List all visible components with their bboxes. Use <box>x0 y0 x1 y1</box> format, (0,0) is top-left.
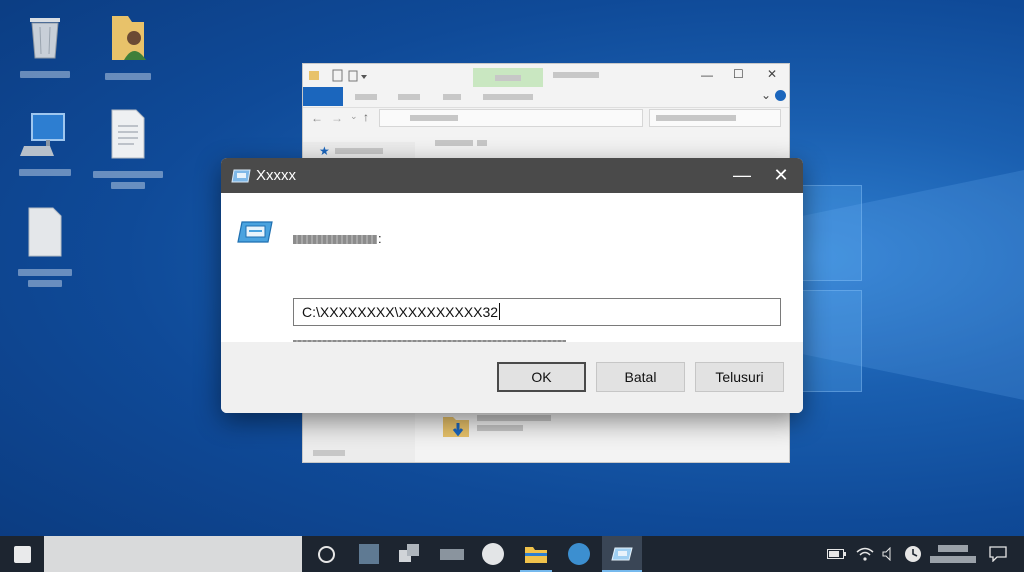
task-view-icon <box>399 544 419 562</box>
volume-icon <box>882 547 891 561</box>
explorer-tab-label <box>495 75 521 81</box>
volume-button[interactable] <box>878 536 896 572</box>
folder-download-icon <box>443 417 469 437</box>
cancel-button[interactable]: Batal <box>596 362 685 392</box>
explorer-file-item[interactable] <box>477 415 551 421</box>
taskbar-app-4[interactable] <box>559 536 599 572</box>
address-path-segment <box>410 115 458 121</box>
desktop-icon-label <box>18 269 72 276</box>
battery-icon <box>827 549 846 559</box>
battery-button[interactable] <box>826 536 848 572</box>
back-arrow-icon[interactable]: ← <box>311 111 323 125</box>
explorer-address-bar[interactable]: ↻ <box>379 109 705 127</box>
explorer-window-title <box>553 72 599 78</box>
cortana-icon <box>317 545 335 563</box>
explorer-ribbon-tab[interactable] <box>483 94 533 100</box>
taskbar-search-box[interactable] <box>44 536 302 572</box>
desktop-icon-label <box>20 71 70 78</box>
run-dialog-body: : C:\XXXXXXXX\XXXXXXXXX32 . <box>221 193 803 351</box>
desktop-icon-label <box>19 169 71 176</box>
taskbar-app-1[interactable] <box>349 536 389 572</box>
app-globe-icon <box>568 543 590 565</box>
up-arrow-icon[interactable]: ↑ <box>363 110 369 124</box>
explorer-ribbon-tab[interactable] <box>355 94 377 100</box>
explorer-group-header[interactable] <box>435 140 473 146</box>
desktop-icon-label-line2 <box>111 182 145 189</box>
file-explorer-icon <box>525 547 547 563</box>
explorer-ribbon-tab[interactable] <box>398 94 420 100</box>
network-button[interactable] <box>854 536 876 572</box>
run-app-icon <box>237 221 273 243</box>
explorer-search-box[interactable] <box>649 109 781 127</box>
desktop-icon-user-folder[interactable] <box>93 12 163 80</box>
desktop-icon-label <box>93 171 163 178</box>
desktop-icon-label-line2 <box>28 280 62 287</box>
notification-icon <box>989 546 1007 562</box>
explorer-quick-access-icon <box>309 69 367 82</box>
run-icon <box>611 547 633 561</box>
task-view-button[interactable] <box>390 536 430 572</box>
explorer-ribbon-tab[interactable] <box>443 94 461 100</box>
desktop-icon-label <box>105 73 151 80</box>
file-icon <box>28 207 62 257</box>
forward-arrow-icon[interactable]: → <box>331 111 343 125</box>
date-time-display[interactable] <box>928 536 978 572</box>
explorer-file-item-meta <box>477 425 523 431</box>
desktop-icon-document[interactable] <box>93 108 163 189</box>
browse-button[interactable]: Telusuri <box>695 362 784 392</box>
desktop-icon-file[interactable] <box>10 206 80 287</box>
start-button[interactable] <box>2 536 42 572</box>
app-circle-icon <box>482 543 504 565</box>
desktop-icon-recycle-bin[interactable] <box>10 12 80 78</box>
taskbar-app-3[interactable] <box>473 536 513 572</box>
run-dialog-prompt-colon: : <box>378 231 382 246</box>
document-icon <box>111 109 145 159</box>
minimize-button[interactable]: — <box>727 162 757 188</box>
close-button[interactable]: ✕ <box>766 162 796 188</box>
clock-icon <box>905 546 921 562</box>
recent-dropdown-icon[interactable]: ⌄ <box>350 111 358 122</box>
explorer-group-count <box>477 140 487 146</box>
run-dialog-titlebar[interactable]: Xxxxx — ✕ <box>221 158 803 193</box>
clock-button[interactable] <box>902 536 924 572</box>
explorer-ribbon-expand-icon[interactable]: ⌄ <box>761 88 771 102</box>
explorer-close-button[interactable]: ✕ <box>767 67 777 81</box>
date-text <box>930 556 976 563</box>
nav-item-quick-access[interactable] <box>335 148 383 154</box>
explorer-help-icon[interactable] <box>775 90 786 101</box>
time-text <box>938 545 968 552</box>
run-dialog-title: Xxxxx <box>256 167 297 184</box>
quick-access-star-icon: ★ <box>319 144 330 158</box>
start-icon <box>13 545 31 563</box>
computer-icon <box>20 113 65 156</box>
explorer-titlebar[interactable] <box>303 64 789 87</box>
run-dialog[interactable]: Xxxxx — ✕ : C:\XXXXXXXX\XXXXXXXXX32 . OK… <box>221 158 803 413</box>
app-window-icon <box>440 548 464 560</box>
explorer-file-tab[interactable] <box>303 87 343 106</box>
search-placeholder <box>656 115 736 121</box>
app-tile-icon <box>359 544 379 564</box>
explorer-status-bar <box>313 450 345 456</box>
ok-button[interactable]: OK <box>497 362 586 392</box>
desktop-icon-computer[interactable] <box>10 110 80 176</box>
run-icon <box>231 169 251 183</box>
open-field-value: C:\XXXXXXXX\XXXXXXXXX32 <box>302 304 499 320</box>
recycle-bin-icon <box>30 18 60 59</box>
run-dialog-prompt-text <box>293 235 377 244</box>
explorer-minimize-button[interactable]: — <box>701 68 713 82</box>
open-field[interactable]: C:\XXXXXXXX\XXXXXXXXX32 <box>293 298 781 326</box>
action-center-button[interactable] <box>984 536 1012 572</box>
file-explorer-taskbar-button[interactable] <box>516 536 556 572</box>
cortana-button[interactable] <box>306 536 346 572</box>
explorer-maximize-button[interactable]: ☐ <box>733 67 744 81</box>
text-caret <box>499 303 501 320</box>
user-folder-icon <box>112 16 146 60</box>
run-taskbar-button[interactable] <box>602 536 642 572</box>
taskbar <box>0 536 1024 572</box>
taskbar-app-2[interactable] <box>432 536 472 572</box>
wifi-icon <box>856 547 874 561</box>
